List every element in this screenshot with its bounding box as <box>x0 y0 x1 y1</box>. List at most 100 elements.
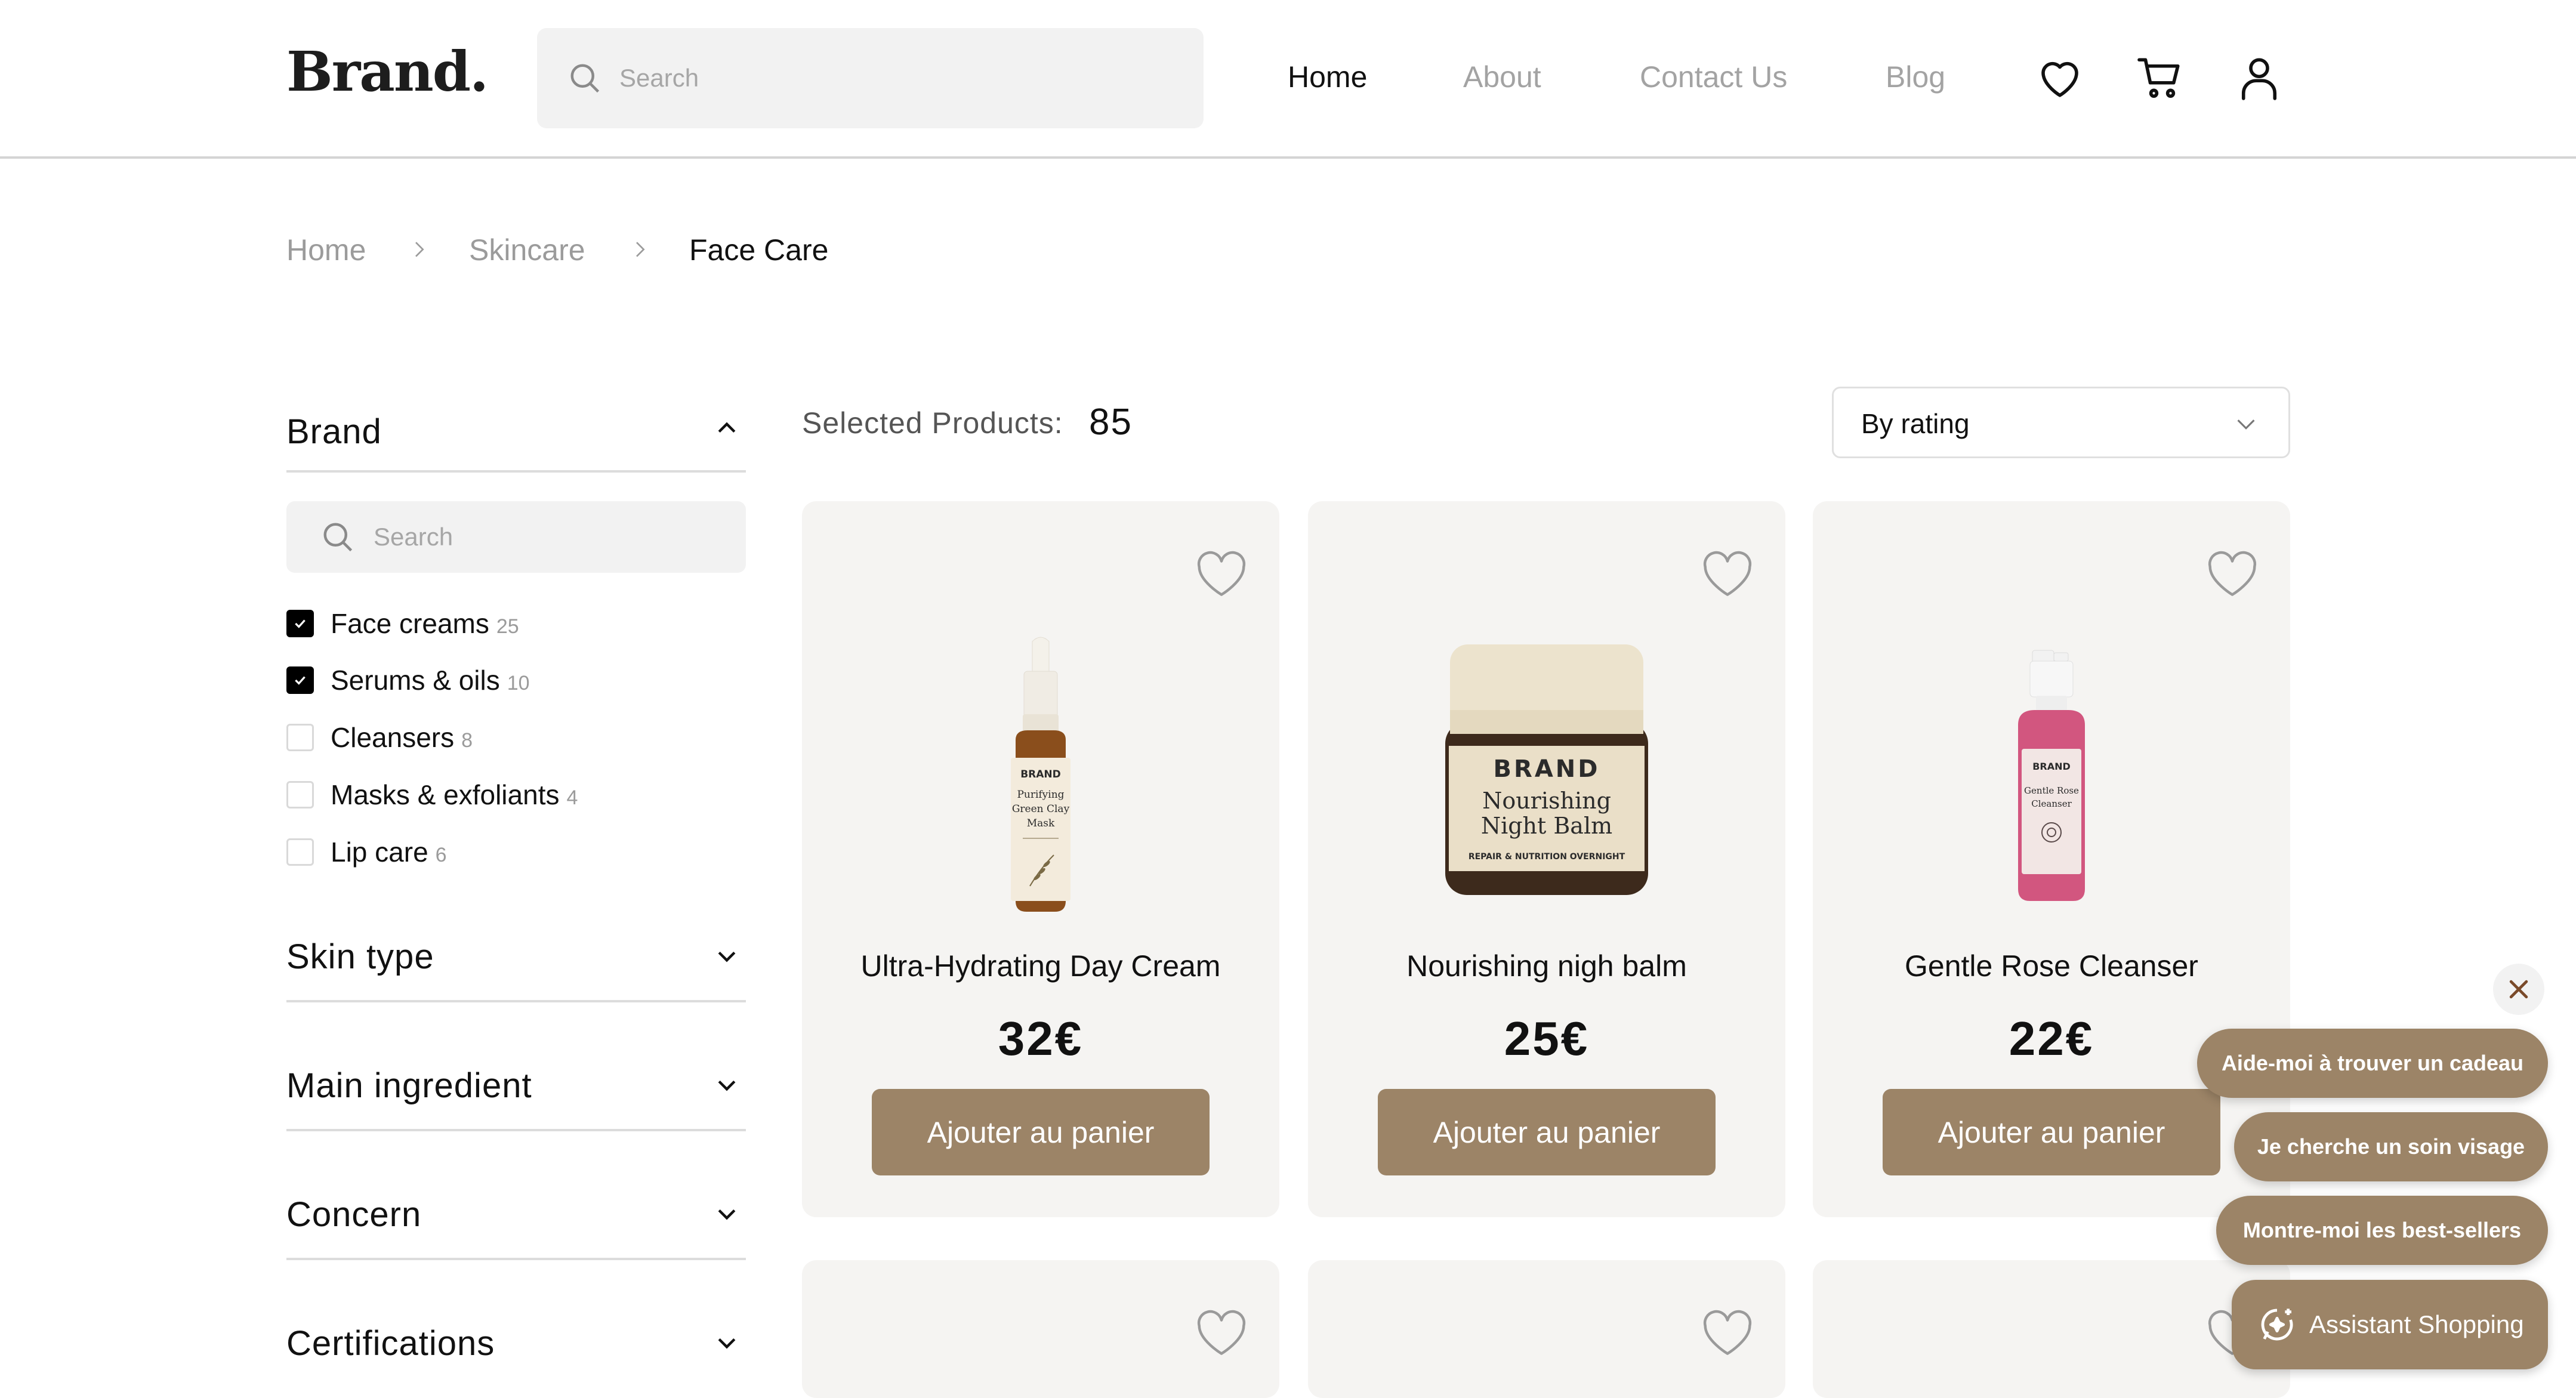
product-card[interactable]: BRAND Gentle Rose Cleanser Gentle Rose C… <box>1813 501 2290 1217</box>
breadcrumb-home[interactable]: Home <box>286 233 366 267</box>
svg-text:REPAIR & NUTRITION OVERNIGHT: REPAIR & NUTRITION OVERNIGHT <box>1469 852 1625 862</box>
sort-value: By rating <box>1861 408 1970 439</box>
chevron-down-icon <box>718 1338 736 1349</box>
heart-icon[interactable] <box>1701 1309 1754 1358</box>
search-placeholder: Search <box>619 64 699 92</box>
checkbox[interactable] <box>286 724 314 751</box>
assistant-shopping-button[interactable]: Assistant Shopping <box>2232 1280 2548 1369</box>
filter-option-cleansers[interactable]: Cleansers 8 <box>286 720 473 755</box>
assistant-sparkle-icon <box>2261 1308 2293 1341</box>
checkbox[interactable] <box>286 666 314 694</box>
breadcrumb-face-care: Face Care <box>689 233 829 267</box>
heart-icon[interactable] <box>2035 53 2085 103</box>
filter-certifications-header[interactable]: Certifications <box>286 1323 746 1389</box>
option-count: 8 <box>461 729 473 752</box>
chevron-right-icon <box>415 242 424 257</box>
brand-logo[interactable]: Brand. <box>286 39 489 104</box>
product-image[interactable]: BRAND Purifying Green Clay Mask <box>802 635 1279 916</box>
chevron-up-icon <box>718 422 736 433</box>
nav-home[interactable]: Home <box>1288 60 1367 94</box>
header-search-input[interactable]: Search <box>537 28 1204 128</box>
svg-text:BRAND: BRAND <box>2032 761 2071 772</box>
search-placeholder: Search <box>374 523 454 551</box>
nav-about[interactable]: About <box>1463 60 1541 94</box>
chat-suggestion-best-sellers[interactable]: Montre-moi les best-sellers <box>2216 1196 2548 1265</box>
heart-icon[interactable] <box>1195 550 1248 599</box>
filter-skin-type-header[interactable]: Skin type <box>286 937 746 1002</box>
chevron-down-icon <box>2237 419 2255 430</box>
filter-option-masks-exfoliants[interactable]: Masks & exfoliants 4 <box>286 777 578 813</box>
svg-text:BRAND: BRAND <box>1020 769 1061 780</box>
search-icon <box>323 523 353 552</box>
add-to-cart-button[interactable]: Ajouter au panier <box>1883 1089 2220 1175</box>
search-icon <box>570 64 600 93</box>
checkbox[interactable] <box>286 838 314 866</box>
option-count: 6 <box>435 843 447 866</box>
svg-text:Nourishing: Nourishing <box>1482 788 1611 814</box>
filter-title: Concern <box>286 1195 422 1234</box>
product-name[interactable]: Ultra-Hydrating Day Cream <box>802 949 1279 983</box>
product-card[interactable] <box>1813 1260 2290 1398</box>
filter-option-lip-care[interactable]: Lip care 6 <box>286 834 447 870</box>
filter-brand-header[interactable]: Brand <box>286 406 746 473</box>
heart-icon[interactable] <box>1701 550 1754 599</box>
svg-text:Green Clay: Green Clay <box>1012 803 1070 815</box>
filter-brand-title: Brand <box>286 412 382 451</box>
chat-suggestion-gift[interactable]: Aide-moi à trouver un cadeau <box>2197 1029 2548 1098</box>
checkbox[interactable] <box>286 781 314 808</box>
filter-brand-search-input[interactable]: Search <box>286 501 746 573</box>
sort-select[interactable]: By rating <box>1832 387 2290 458</box>
svg-text:Cleanser: Cleanser <box>2031 798 2072 809</box>
option-count: 10 <box>507 671 530 695</box>
product-card[interactable] <box>802 1260 1279 1398</box>
user-icon[interactable] <box>2234 53 2284 103</box>
chat-close-button[interactable] <box>2493 964 2544 1015</box>
option-label: Lip care <box>331 837 428 868</box>
product-image[interactable]: BRAND Gentle Rose Cleanser <box>1813 644 2290 907</box>
product-card[interactable] <box>1308 1260 1785 1398</box>
chevron-right-icon <box>636 242 645 257</box>
option-count: 25 <box>496 615 519 638</box>
chat-suggestion-face-care[interactable]: Je cherche un soin visage <box>2234 1112 2548 1181</box>
filter-title: Main ingredient <box>286 1066 532 1105</box>
filter-main-ingredient-header[interactable]: Main ingredient <box>286 1066 746 1131</box>
chevron-down-icon <box>718 951 736 962</box>
filter-title: Certifications <box>286 1324 495 1363</box>
add-to-cart-button[interactable]: Ajouter au panier <box>1378 1089 1716 1175</box>
svg-text:BRAND: BRAND <box>1494 755 1600 783</box>
cart-icon[interactable] <box>2135 53 2185 103</box>
breadcrumb-skincare[interactable]: Skincare <box>469 233 585 267</box>
filter-concern-header[interactable]: Concern <box>286 1195 746 1260</box>
product-image[interactable]: BRAND Nourishing Night Balm REPAIR & NUT… <box>1308 638 1785 913</box>
filter-title: Skin type <box>286 937 434 976</box>
chevron-down-icon <box>718 1209 736 1220</box>
option-label: Masks & exfoliants <box>331 779 560 810</box>
filter-option-serums-oils[interactable]: Serums & oils 10 <box>286 662 530 698</box>
nav-blog[interactable]: Blog <box>1886 60 1945 94</box>
assistant-label: Assistant Shopping <box>2309 1310 2524 1338</box>
heart-icon[interactable] <box>2205 550 2259 599</box>
selected-products-count: 85 <box>1089 402 1133 443</box>
option-label: Face creams <box>331 608 489 639</box>
svg-text:Night Balm: Night Balm <box>1481 813 1612 839</box>
product-price: 32€ <box>998 1012 1084 1065</box>
svg-text:Purifying: Purifying <box>1017 789 1064 801</box>
checkbox[interactable] <box>286 610 314 637</box>
svg-text:Gentle Rose: Gentle Rose <box>2024 785 2079 796</box>
option-label: Serums & oils <box>331 665 500 696</box>
option-label: Cleansers <box>331 722 455 753</box>
chevron-down-icon <box>718 1080 736 1091</box>
svg-text:Mask: Mask <box>1027 817 1055 829</box>
filter-option-face-creams[interactable]: Face creams 25 <box>286 606 519 641</box>
add-to-cart-button[interactable]: Ajouter au panier <box>872 1089 1210 1175</box>
nav-contact-us[interactable]: Contact Us <box>1640 60 1787 94</box>
product-name[interactable]: Nourishing nigh balm <box>1308 949 1785 983</box>
product-card[interactable]: BRAND Nourishing Night Balm REPAIR & NUT… <box>1308 501 1785 1217</box>
heart-icon[interactable] <box>1195 1309 1248 1358</box>
product-card[interactable]: BRAND Purifying Green Clay Mask Ultra-Hy… <box>802 501 1279 1217</box>
product-price: 25€ <box>1504 1012 1590 1065</box>
site-header: Brand. Search Home About Contact Us Blog <box>0 0 2576 159</box>
product-name[interactable]: Gentle Rose Cleanser <box>1813 949 2290 983</box>
selected-products-label: Selected Products: <box>802 406 1063 440</box>
close-icon <box>2509 980 2528 999</box>
